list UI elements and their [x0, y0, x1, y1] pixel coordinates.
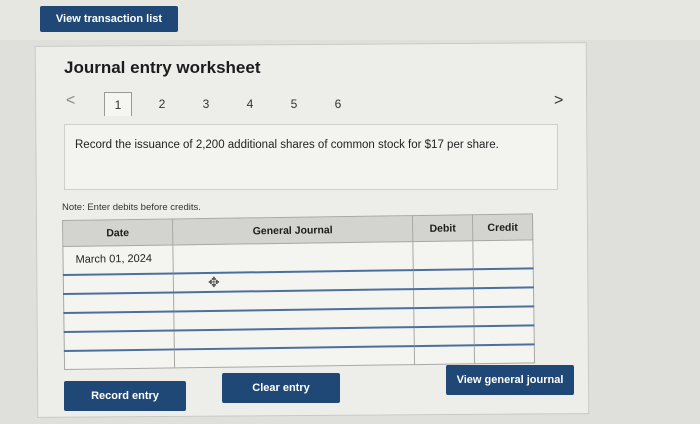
account-input[interactable]: [174, 345, 415, 368]
credit-input[interactable]: [473, 286, 534, 307]
debit-input[interactable]: [413, 306, 475, 327]
general-journal-header: General Journal: [172, 215, 413, 245]
debit-input[interactable]: [412, 240, 474, 270]
tab-3[interactable]: 3: [192, 92, 220, 116]
credit-header: Credit: [472, 213, 533, 241]
debit-input[interactable]: [414, 325, 475, 346]
debit-header: Debit: [412, 214, 473, 242]
date-cell: [64, 329, 175, 351]
move-cursor-icon: ✥: [208, 274, 220, 290]
date-cell: [64, 348, 175, 370]
date-header: Date: [62, 218, 173, 247]
next-arrow-icon[interactable]: >: [554, 92, 563, 110]
credit-input[interactable]: [474, 324, 535, 345]
debit-input[interactable]: [413, 287, 474, 308]
date-cell[interactable]: March 01, 2024: [62, 244, 174, 275]
tab-6[interactable]: 6: [324, 92, 352, 116]
account-input[interactable]: [172, 241, 414, 273]
view-general-journal-button[interactable]: View general journal: [446, 365, 574, 395]
debit-input[interactable]: [413, 268, 474, 289]
instruction-text: Record the issuance of 2,200 additional …: [75, 139, 499, 151]
prev-arrow-icon[interactable]: <: [66, 92, 75, 110]
tab-1[interactable]: 1: [104, 92, 132, 116]
tab-2[interactable]: 2: [148, 92, 176, 116]
date-cell: [63, 310, 175, 332]
instruction-box: Record the issuance of 2,200 additional …: [64, 124, 558, 190]
journal-table: Date General Journal Debit Credit March …: [62, 213, 535, 370]
credit-input[interactable]: [474, 343, 535, 364]
view-transaction-list-button[interactable]: View transaction list: [40, 6, 178, 32]
tab-bar: < 1 2 3 4 5 6 >: [60, 88, 580, 118]
note-text: Note: Enter debits before credits.: [62, 202, 201, 213]
credit-input[interactable]: [473, 267, 534, 288]
record-entry-button[interactable]: Record entry: [64, 381, 186, 411]
debit-input[interactable]: [414, 344, 475, 365]
date-cell: [63, 291, 174, 313]
tab-5[interactable]: 5: [280, 92, 308, 116]
credit-input[interactable]: [473, 305, 535, 326]
worksheet-title: Journal entry worksheet: [64, 58, 261, 77]
date-cell: [63, 272, 174, 294]
tab-4[interactable]: 4: [236, 92, 264, 116]
credit-input[interactable]: [472, 239, 534, 269]
clear-entry-button[interactable]: Clear entry: [222, 373, 340, 403]
